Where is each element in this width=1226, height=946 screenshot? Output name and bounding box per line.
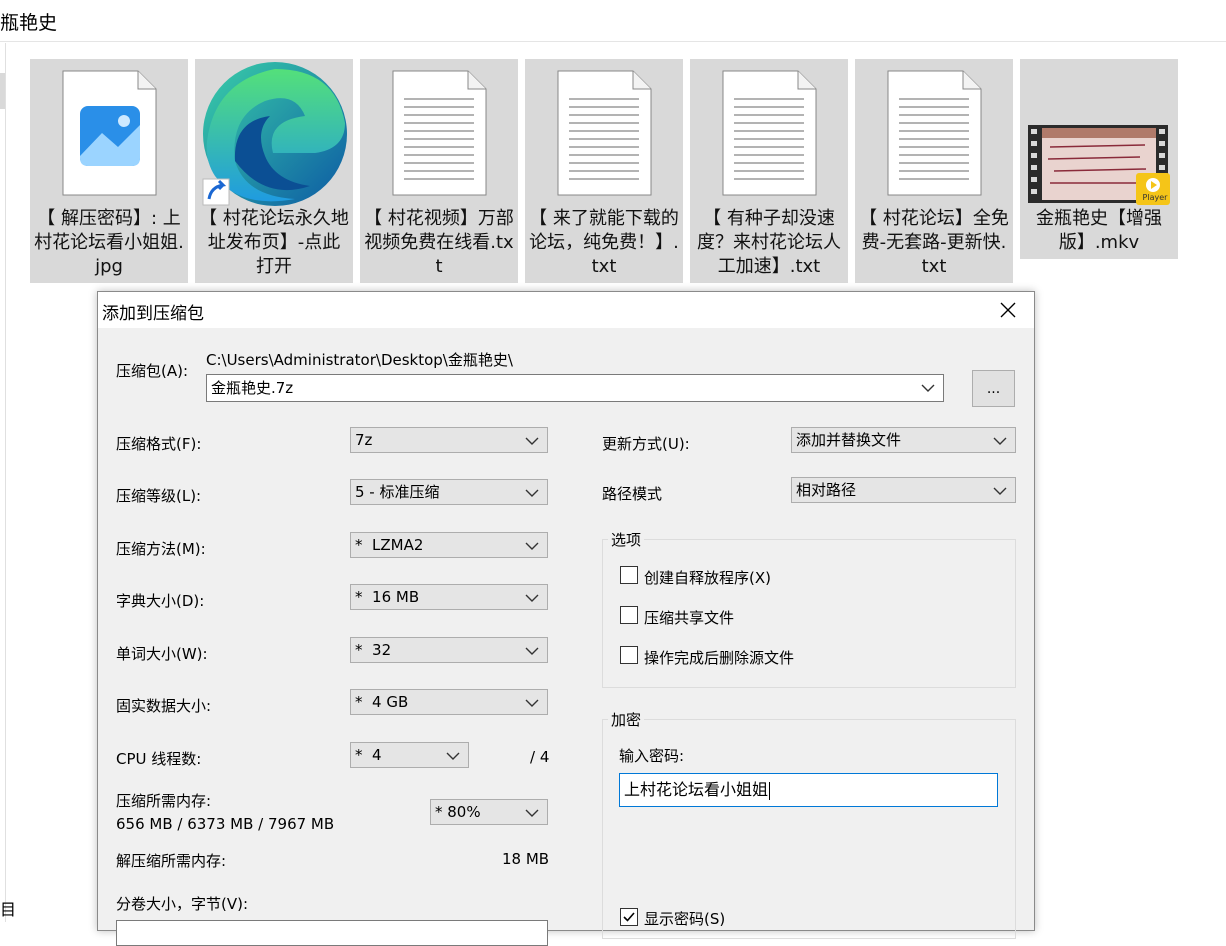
format-value: 7z [355,431,373,449]
text-file-icon [525,61,683,207]
word-label: 单词大小(W): [116,645,208,663]
chevron-down-icon [525,690,539,714]
chevron-down-icon [525,428,539,452]
mem-decomp-value: 18 MB [502,850,550,868]
chevron-down-icon [993,428,1007,452]
text-file-icon [855,61,1013,207]
player-badge: Player [1142,193,1168,202]
text-file-icon [690,61,848,207]
password-value: 上村花论坛看小姐姐 [624,780,769,799]
dict-value: * 16 MB [355,588,420,606]
file-name: 【 有种子却没速度？来村花论坛人工加速】.txt [697,208,841,277]
dict-select[interactable]: * 16 MB [350,584,548,610]
dialog-titlebar: 添加到压缩包 [98,292,1034,328]
volume-label: 分卷大小，字节(V): [116,895,249,913]
solid-select[interactable]: * 4 GB [350,689,548,715]
word-select[interactable]: * 32 [350,637,548,663]
chevron-down-icon [446,743,460,767]
password-input[interactable]: 上村花论坛看小姐姐 [619,773,998,807]
sfx-label: 创建自释放程序(X) [644,569,771,587]
file-item[interactable]: Player 金瓶艳史【增强版】.mkv [1020,59,1178,259]
method-label: 压缩方法(M): [116,540,206,558]
checkmark-icon [623,912,635,922]
update-label: 更新方式(U): [602,435,690,453]
password-label: 输入密码: [619,747,685,765]
shared-files-label: 压缩共享文件 [644,609,735,627]
file-name: 【 解压密码】: 上村花论坛看小姐姐.jpg [34,208,184,277]
delete-after-label: 操作完成后删除源文件 [644,649,795,667]
mem-comp-label: 压缩所需内存: [116,792,212,810]
chevron-down-icon [525,533,539,557]
sfx-checkbox[interactable] [620,566,638,584]
dialog-title: 添加到压缩包 [102,304,204,324]
mem-percent-value: * 80% [435,803,481,821]
volume-size-combo[interactable] [116,920,548,946]
mem-decomp-label: 解压缩所需内存: [116,852,227,870]
text-caret [769,781,771,800]
threads-label: CPU 线程数: [116,750,202,768]
close-icon [1000,302,1016,318]
options-group-title: 选项 [608,529,645,550]
level-select[interactable]: 5 - 标准压缩 [350,479,548,505]
archive-name-value: 金瓶艳史.7z [211,379,294,397]
chevron-down-icon [921,375,935,399]
format-label: 压缩格式(F): [116,435,202,453]
file-item[interactable]: 【 村花视频】万部视频免费在线看.txt [360,59,518,283]
browse-button[interactable]: ... [972,370,1015,407]
method-value: * LZMA2 [355,536,424,554]
explorer-address-bar: 瓶艳史 [0,0,1226,42]
update-mode-select[interactable]: 添加并替换文件 [791,427,1016,453]
file-item[interactable]: 【 解压密码】: 上村花论坛看小姐姐.jpg [30,59,188,283]
file-name: 【 来了就能下载的论坛，纯免费！】.txt [529,208,679,277]
path-mode-label: 路径模式 [602,485,663,503]
path-mode-value: 相对路径 [796,481,857,499]
show-password-label: 显示密码(S) [644,910,726,928]
file-item[interactable]: 【 村花论坛】全免费-无套路-更新快.txt [855,59,1013,283]
threads-total: / 4 [530,748,550,766]
edge-shortcut-icon [195,61,353,207]
method-select[interactable]: * LZMA2 [350,532,548,558]
chevron-down-icon [525,585,539,609]
file-name: 【 村花论坛永久地址发布页】-点此打开 [199,208,349,277]
level-label: 压缩等级(L): [116,487,202,505]
path-mode-select[interactable]: 相对路径 [791,477,1016,503]
image-file-icon [30,61,188,207]
chevron-down-icon [525,638,539,662]
navigation-pane [0,43,6,922]
file-name: 【 村花论坛】全免费-无套路-更新快.txt [859,208,1009,277]
chevron-down-icon [993,478,1007,502]
text-file-icon [360,61,518,207]
dict-label: 字典大小(D): [116,592,205,610]
navigation-selected-item[interactable] [0,73,5,109]
file-item[interactable]: 【 村花论坛永久地址发布页】-点此打开 [195,59,353,283]
format-select[interactable]: 7z [350,427,548,453]
encryption-group-title: 加密 [608,709,645,730]
file-item[interactable]: 【 来了就能下载的论坛，纯免费！】.txt [525,59,683,283]
mem-comp-value: 656 MB / 6373 MB / 7967 MB [116,815,335,833]
add-to-archive-dialog: 添加到压缩包 压缩包(A): C:\Users\Administrator\De… [97,291,1035,946]
shared-files-checkbox[interactable] [620,606,638,624]
file-item[interactable]: 【 有种子却没速度？来村花论坛人工加速】.txt [690,59,848,283]
chevron-down-icon [525,480,539,504]
word-value: * 32 [355,641,392,659]
threads-select[interactable]: * 4 [350,742,469,768]
file-name: 【 村花视频】万部视频免费在线看.txt [364,208,514,277]
folder-title: 瓶艳史 [0,12,58,34]
solid-label: 固实数据大小: [116,697,212,715]
threads-value: * 4 [355,746,382,764]
solid-value: * 4 GB [355,693,409,711]
file-name: 金瓶艳史【增强版】.mkv [1036,208,1162,253]
show-password-checkbox[interactable] [620,908,638,926]
close-button[interactable] [996,298,1020,322]
delete-after-checkbox[interactable] [620,646,638,664]
update-value: 添加并替换文件 [796,431,902,449]
archive-name-combo[interactable]: 金瓶艳史.7z [206,374,944,402]
archive-label: 压缩包(A): [116,362,189,380]
level-value: 5 - 标准压缩 [355,483,440,501]
mem-percent-select[interactable]: * 80% [430,799,548,825]
chevron-down-icon [525,800,539,824]
navigation-label: 目 [0,900,17,919]
archive-path: C:\Users\Administrator\Desktop\金瓶艳史\ [206,351,513,369]
video-file-icon: Player [1020,61,1178,207]
